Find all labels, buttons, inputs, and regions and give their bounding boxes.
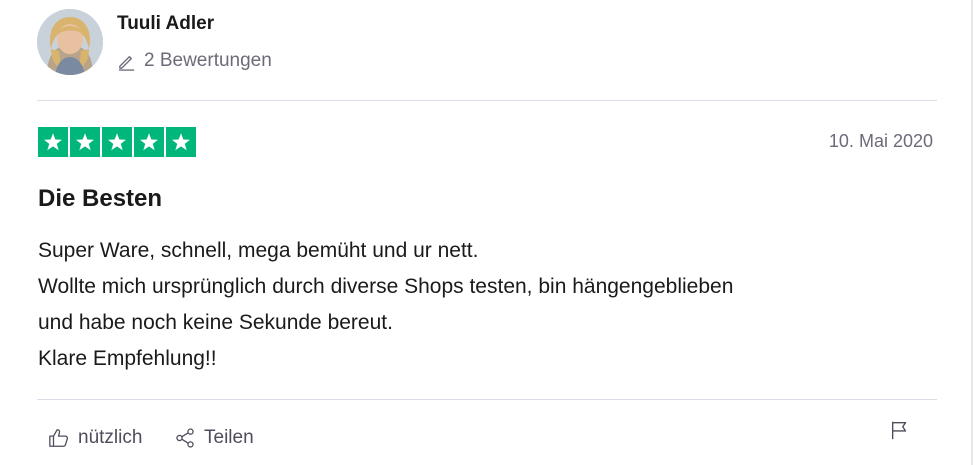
- review-body: Super Ware, schnell, mega bemüht und ur …: [38, 233, 918, 377]
- star-icon: [38, 127, 68, 157]
- review-count[interactable]: 2 Bewertungen: [117, 50, 272, 72]
- share-button[interactable]: Teilen: [174, 427, 254, 449]
- star-icon: [166, 127, 196, 157]
- consumer-name[interactable]: Tuuli Adler: [117, 13, 214, 35]
- star-rating: [38, 127, 196, 157]
- star-icon: [102, 127, 132, 157]
- useful-button[interactable]: nützlich: [48, 427, 142, 449]
- review-count-label: 2 Bewertungen: [144, 50, 272, 71]
- star-icon: [70, 127, 100, 157]
- thumbs-up-icon: [49, 429, 69, 447]
- review-date: 10. Mai 2020: [828, 131, 933, 151]
- review-body-line: und habe noch keine Sekunde bereut.: [38, 311, 393, 334]
- share-label: Teilen: [204, 427, 254, 448]
- review-body-line: Wollte mich ursprünglich durch diverse S…: [38, 275, 734, 298]
- avatar[interactable]: [37, 9, 103, 75]
- avatar-photo: [37, 9, 103, 75]
- share-icon: [176, 428, 194, 448]
- footer-divider: [37, 399, 937, 400]
- review-body-line: Klare Empfehlung!!: [38, 347, 217, 370]
- pencil-icon: [118, 55, 135, 71]
- header-divider: [37, 100, 937, 101]
- review-card: Tuuli Adler 2 Bewertungen 10. Mai 2020 D…: [0, 0, 973, 465]
- useful-label: nützlich: [78, 427, 143, 448]
- review-title[interactable]: Die Besten: [38, 185, 162, 213]
- review-body-line: Super Ware, schnell, mega bemüht und ur …: [38, 239, 479, 262]
- flag-icon: [891, 421, 907, 440]
- report-button[interactable]: [889, 419, 911, 441]
- star-icon: [134, 127, 164, 157]
